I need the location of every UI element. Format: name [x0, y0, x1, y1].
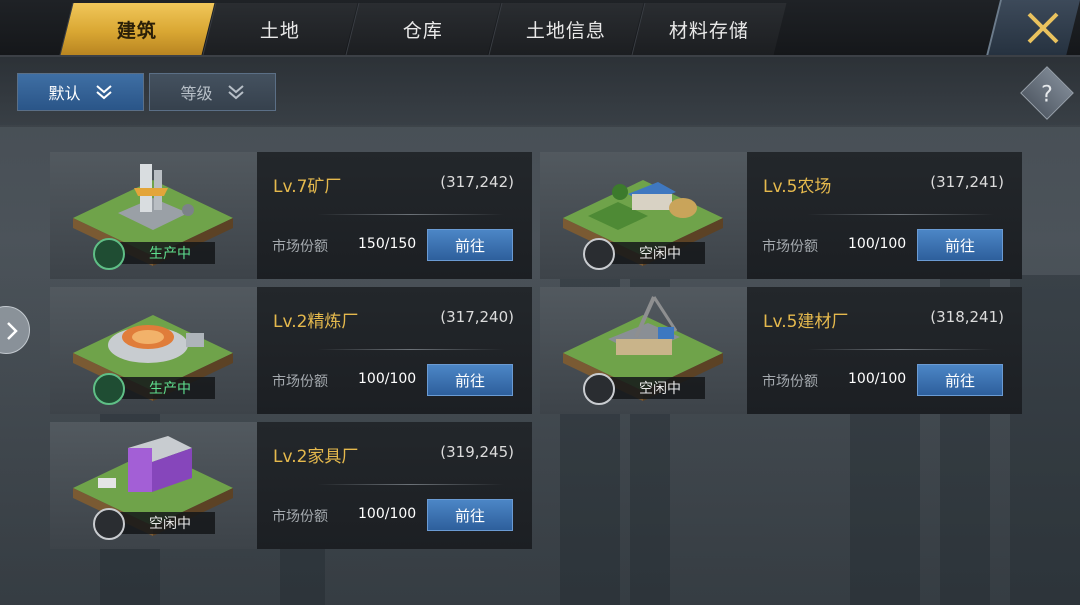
building-card: 生产中 Lv.2精炼厂 (317,240) 市场份额 100/100 前往	[50, 287, 532, 414]
market-share-label: 市场份额	[272, 239, 328, 255]
goto-button[interactable]: 前往	[917, 229, 1003, 261]
building-title: Lv.7矿厂	[273, 177, 342, 197]
market-share-label: 市场份额	[762, 239, 818, 255]
tab-buildings[interactable]: 建筑	[59, 3, 215, 55]
divider	[317, 484, 504, 485]
chevron-right-icon	[7, 322, 18, 340]
status-indicator: 空闲中	[583, 373, 705, 405]
market-share-value: 150/150	[358, 236, 417, 252]
building-title: Lv.2家具厂	[273, 447, 359, 467]
building-card: 生产中 Lv.7矿厂 (317,242) 市场份额 150/150 前往	[50, 152, 532, 279]
sort-default-label: 默认	[48, 84, 81, 103]
status-text: 空闲中	[639, 381, 681, 397]
goto-button[interactable]: 前往	[427, 229, 513, 261]
status-indicator: 空闲中	[93, 508, 215, 540]
production-icon	[93, 238, 125, 270]
divider	[317, 214, 504, 215]
status-text: 生产中	[149, 381, 191, 397]
sort-default-dropdown[interactable]: 默认	[17, 73, 144, 111]
building-card: 空闲中 Lv.5农场 (317,241) 市场份额 100/100 前往	[540, 152, 1022, 279]
market-share-value: 100/100	[848, 236, 907, 252]
status-text: 生产中	[149, 246, 191, 262]
help-icon: ?	[1041, 81, 1053, 107]
status-text: 空闲中	[149, 516, 191, 532]
tab-land-info[interactable]: 土地信息	[488, 3, 644, 55]
idle-clock-icon	[583, 373, 615, 405]
building-info: Lv.2精炼厂 (317,240) 市场份额 100/100 前往	[257, 287, 532, 414]
market-share-label: 市场份额	[762, 374, 818, 390]
status-indicator: 生产中	[93, 238, 215, 270]
building-info: Lv.7矿厂 (317,242) 市场份额 150/150 前往	[257, 152, 532, 279]
building-title: Lv.2精炼厂	[273, 312, 359, 332]
building-card: 空闲中 Lv.5建材厂 (318,241) 市场份额 100/100 前往	[540, 287, 1022, 414]
building-thumbnail: 空闲中	[540, 287, 747, 414]
production-icon	[93, 373, 125, 405]
market-share-label: 市场份额	[272, 509, 328, 525]
status-indicator: 空闲中	[583, 238, 705, 270]
idle-clock-icon	[583, 238, 615, 270]
building-thumbnail: 生产中	[50, 287, 257, 414]
goto-button[interactable]: 前往	[917, 364, 1003, 396]
top-tab-bar: 建筑 土地 仓库 土地信息 材料存储	[0, 0, 1080, 57]
market-share-value: 100/100	[358, 371, 417, 387]
sort-level-label: 等级	[180, 84, 213, 103]
building-info: Lv.5建材厂 (318,241) 市场份额 100/100 前往	[747, 287, 1022, 414]
filter-bar: 默认 等级	[0, 57, 1080, 127]
divider	[807, 214, 994, 215]
status-text: 空闲中	[639, 246, 681, 262]
building-info: Lv.5农场 (317,241) 市场份额 100/100 前往	[747, 152, 1022, 279]
tab-material-storage[interactable]: 材料存储	[631, 3, 787, 55]
building-title: Lv.5农场	[763, 177, 832, 197]
tab-land[interactable]: 土地	[202, 3, 358, 55]
goto-button[interactable]: 前往	[427, 499, 513, 531]
building-coordinates: (317,241)	[930, 173, 1004, 191]
building-coordinates: (319,245)	[440, 443, 514, 461]
building-info: Lv.2家具厂 (319,245) 市场份额 100/100 前往	[257, 422, 532, 549]
tab-warehouse[interactable]: 仓库	[345, 3, 501, 55]
building-coordinates: (317,242)	[440, 173, 514, 191]
market-share-label: 市场份额	[272, 374, 328, 390]
sort-level-dropdown[interactable]: 等级	[149, 73, 276, 111]
building-coordinates: (317,240)	[440, 308, 514, 326]
building-thumbnail: 空闲中	[50, 422, 257, 549]
double-chevron-down-icon	[227, 85, 244, 100]
building-thumbnail: 生产中	[50, 152, 257, 279]
market-share-value: 100/100	[848, 371, 907, 387]
divider	[807, 349, 994, 350]
idle-clock-icon	[93, 508, 125, 540]
building-coordinates: (318,241)	[930, 308, 1004, 326]
divider	[317, 349, 504, 350]
building-title: Lv.5建材厂	[763, 312, 849, 332]
close-icon	[1027, 12, 1059, 44]
double-chevron-down-icon	[95, 85, 112, 100]
status-indicator: 生产中	[93, 373, 215, 405]
market-share-value: 100/100	[358, 506, 417, 522]
goto-button[interactable]: 前往	[427, 364, 513, 396]
building-thumbnail: 空闲中	[540, 152, 747, 279]
building-card: 空闲中 Lv.2家具厂 (319,245) 市场份额 100/100 前往	[50, 422, 532, 549]
close-button[interactable]	[986, 0, 1080, 55]
